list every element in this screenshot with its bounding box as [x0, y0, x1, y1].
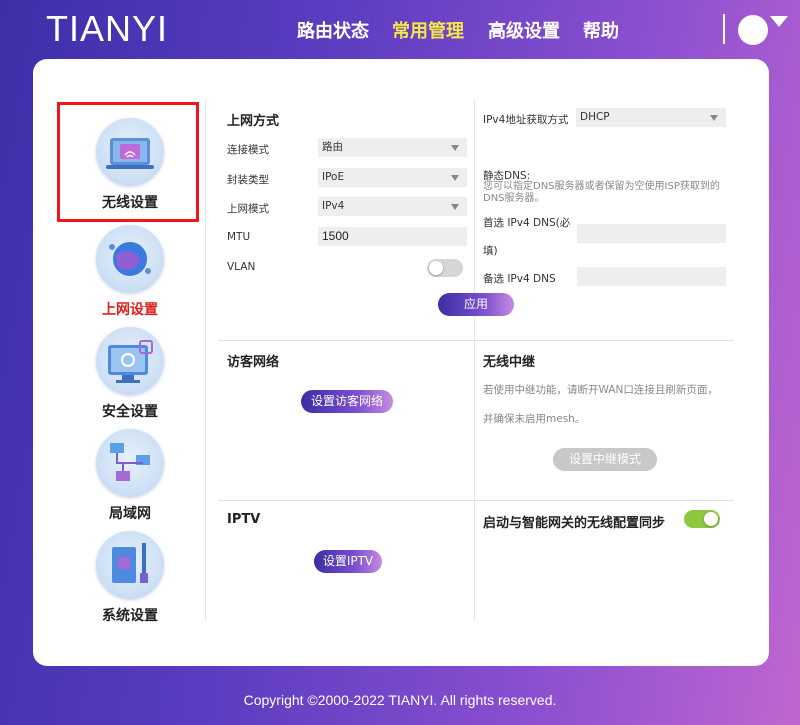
circuit-board-icon: [96, 531, 164, 599]
iptv-title: IPTV: [227, 512, 261, 527]
encap-type-select[interactable]: IPoE: [318, 168, 467, 187]
sidebar-divider: [205, 99, 206, 621]
mtu-input[interactable]: 1500: [318, 227, 467, 246]
internet-method-title: 上网方式: [227, 114, 280, 129]
sidebar-item-system[interactable]: 系统设置: [70, 531, 190, 625]
relay-mode-button[interactable]: 设置中继模式: [553, 448, 657, 471]
relay-hint-2: 并确保未启用mesh。: [483, 413, 586, 425]
wireless-relay-title: 无线中继: [483, 355, 536, 370]
primary-dns-label: 首选 IPv4 DNS(必: [483, 217, 571, 229]
net-mode-select[interactable]: IPv4: [318, 197, 467, 216]
guest-network-button[interactable]: 设置访客网络: [301, 390, 393, 413]
relay-hint-1: 若使用中继功能，请断开WAN口连接且刷新页面，: [483, 384, 718, 396]
wireless-sync-toggle[interactable]: [684, 510, 720, 528]
lan-topology-icon: [96, 429, 164, 497]
vlan-label: VLAN: [227, 261, 256, 273]
primary-dns-label-cont: 填): [483, 245, 498, 257]
secondary-dns-input[interactable]: [577, 267, 726, 286]
chevron-down-icon: [451, 145, 459, 151]
sidebar-item-internet[interactable]: 上网设置: [70, 225, 190, 319]
ipv4-method-value: DHCP: [580, 111, 610, 123]
net-mode-value: IPv4: [322, 200, 345, 212]
iptv-button[interactable]: 设置IPTV: [314, 550, 382, 573]
sidebar-item-lan[interactable]: 局域网: [70, 429, 190, 523]
wireless-sync-label: 启动与智能网关的无线配置同步: [483, 516, 666, 531]
apply-button[interactable]: 应用: [438, 293, 514, 316]
nav-help[interactable]: 帮助: [583, 17, 619, 43]
sidebar-item-security[interactable]: 安全设置: [70, 327, 190, 421]
column-divider: [474, 99, 475, 621]
copyright-footer: Copyright ©2000-2022 TIANYI. All rights …: [243, 692, 557, 708]
chevron-down-icon: [451, 204, 459, 210]
globe-network-icon: [96, 225, 164, 293]
section-divider: [218, 340, 734, 341]
sidebar-item-label: 系统设置: [102, 608, 158, 624]
sidebar-item-label: 安全设置: [102, 404, 158, 420]
highlight-box: [57, 102, 199, 222]
top-bar: TIANYI 路由状态 常用管理 高级设置 帮助: [0, 0, 800, 58]
section-divider: [218, 500, 734, 501]
connection-mode-label: 连接模式: [227, 144, 269, 156]
ipv4-method-label: IPv4地址获取方式: [483, 114, 569, 126]
ipv4-method-select[interactable]: DHCP: [576, 108, 726, 127]
sidebar-item-label: 局域网: [109, 506, 151, 522]
encap-type-label: 封装类型: [227, 174, 269, 186]
nav-router-status[interactable]: 路由状态: [297, 17, 369, 43]
chevron-down-icon: [451, 175, 459, 181]
vlan-toggle[interactable]: [427, 259, 463, 277]
security-monitor-icon: [96, 327, 164, 395]
static-dns-hint: 您可以指定DNS服务器或者保留为空使用ISP获取到的DNS服务器。: [483, 181, 720, 204]
primary-dns-input[interactable]: [577, 224, 726, 243]
guest-network-title: 访客网络: [227, 355, 280, 370]
chevron-down-icon: [710, 115, 718, 121]
nav-divider: [723, 14, 725, 44]
avatar[interactable]: [738, 15, 768, 45]
mtu-label: MTU: [227, 231, 251, 243]
encap-type-value: IPoE: [322, 171, 345, 183]
sidebar-item-label: 上网设置: [102, 302, 158, 318]
connection-mode-value: 路由: [322, 141, 343, 153]
brand-logo: TIANYI: [46, 8, 169, 49]
chevron-down-icon[interactable]: [770, 16, 788, 27]
connection-mode-select[interactable]: 路由: [318, 138, 467, 157]
secondary-dns-label: 备选 IPv4 DNS: [483, 273, 556, 285]
nav-common-management[interactable]: 常用管理: [392, 17, 464, 43]
net-mode-label: 上网模式: [227, 203, 269, 215]
nav-advanced-settings[interactable]: 高级设置: [488, 17, 560, 43]
